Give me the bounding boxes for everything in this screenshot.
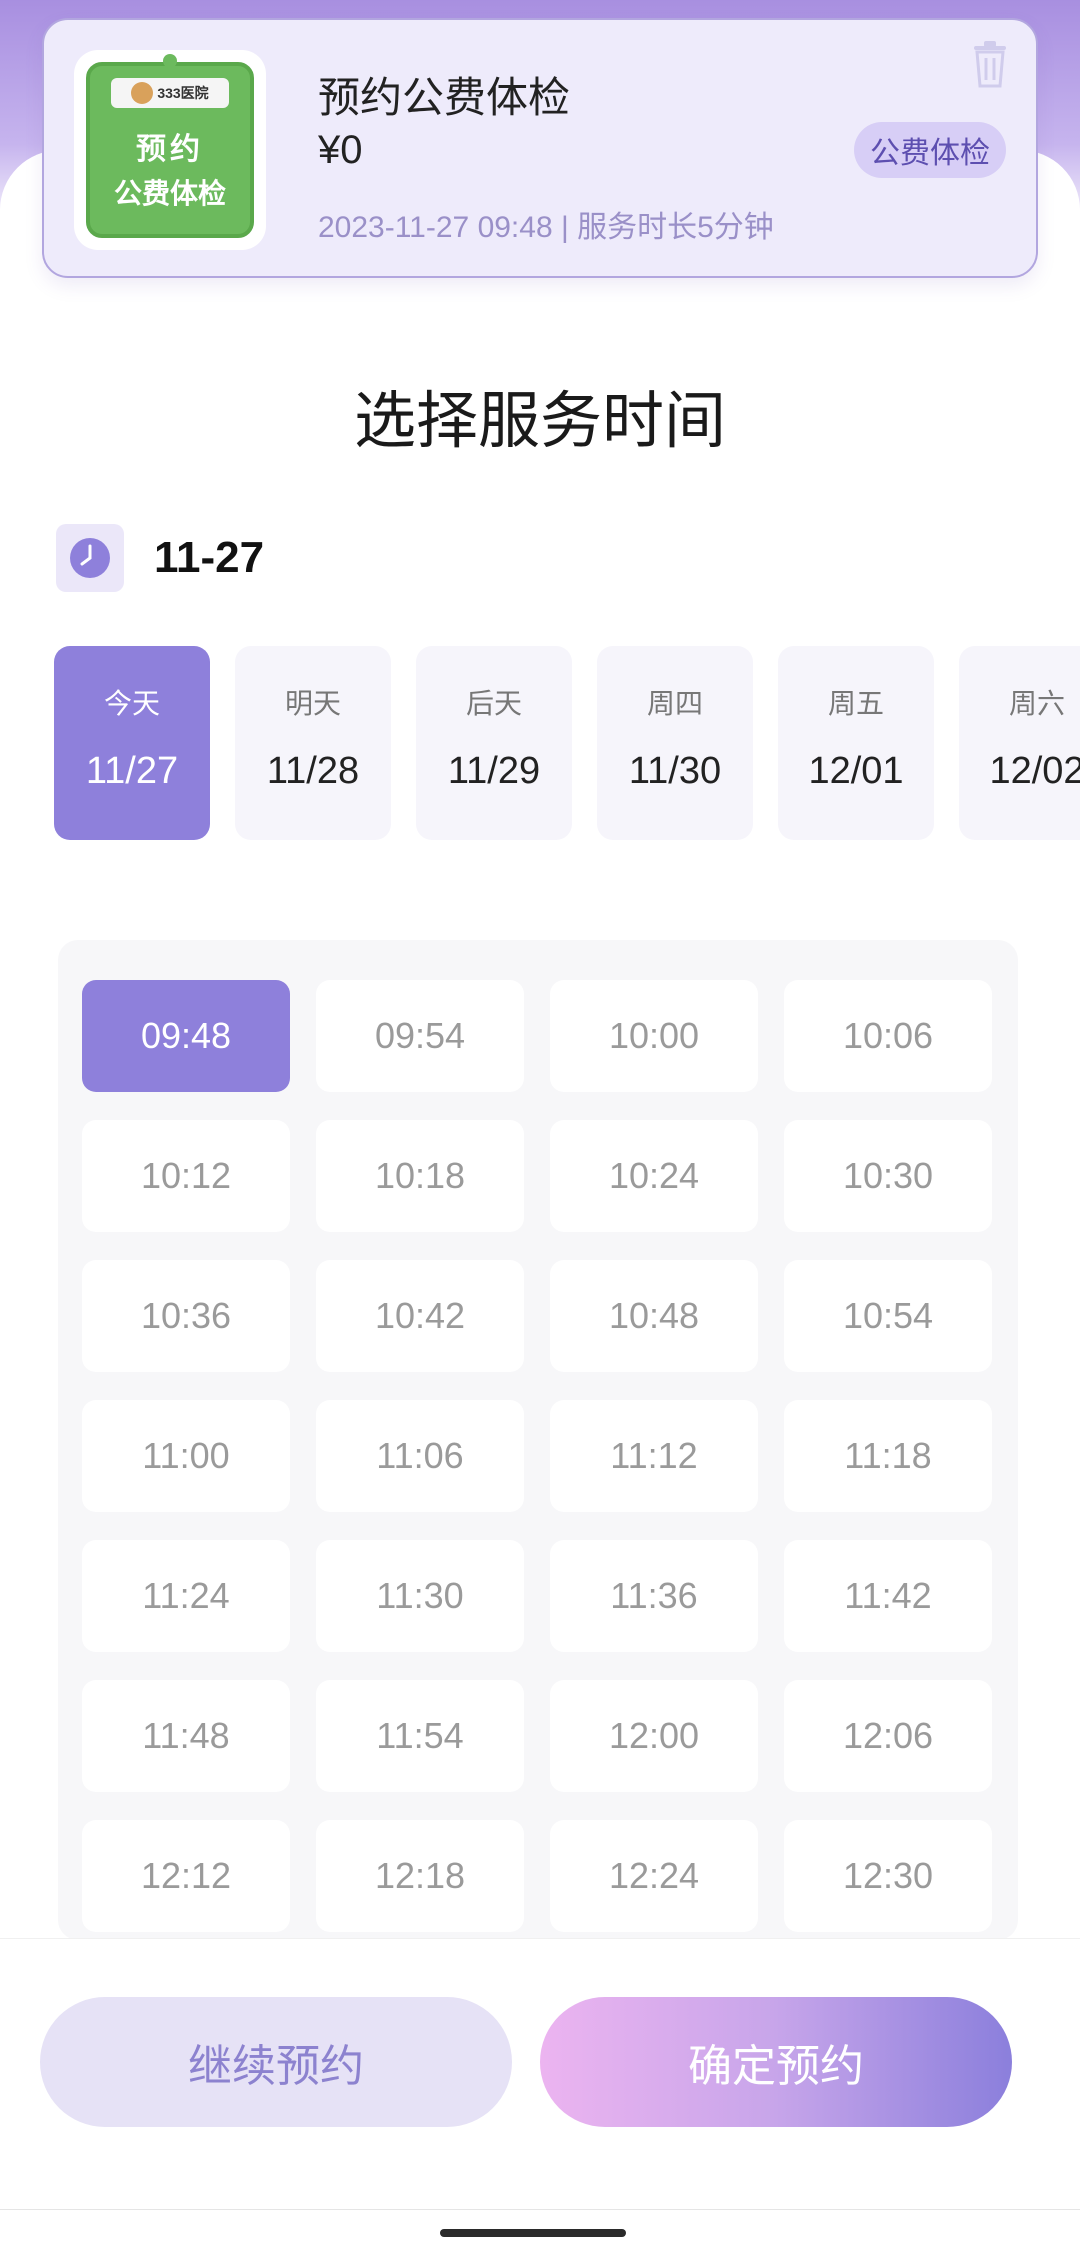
trash-icon[interactable] bbox=[970, 40, 1010, 88]
time-slot[interactable]: 11:36 bbox=[550, 1540, 758, 1652]
time-slot[interactable]: 10:12 bbox=[82, 1120, 290, 1232]
day-picker: 今天 11/27 明天 11/28 后天 11/29 周四 11/30 周五 12/01 周六 12/… bbox=[54, 646, 1080, 842]
thumbnail-image: 333医院 预约 公费体检 bbox=[86, 54, 254, 238]
day-tab[interactable]: 明天 11/28 bbox=[235, 646, 391, 840]
day-name: 周六 bbox=[1008, 688, 1065, 719]
day-tab[interactable]: 后天 11/29 bbox=[416, 646, 572, 840]
logo-text: 333医院 bbox=[157, 85, 209, 101]
day-date: 11/27 bbox=[85, 750, 179, 792]
time-slot[interactable]: 10:36 bbox=[82, 1260, 290, 1372]
time-slot[interactable]: 09:54 bbox=[316, 980, 524, 1092]
day-date: 11/28 bbox=[266, 750, 360, 792]
time-slot[interactable]: 12:00 bbox=[550, 1680, 758, 1792]
time-slot[interactable]: 10:48 bbox=[550, 1260, 758, 1372]
time-slot[interactable]: 12:24 bbox=[550, 1820, 758, 1932]
time-slot[interactable]: 10:24 bbox=[550, 1120, 758, 1232]
nav-divider bbox=[0, 2209, 1080, 2210]
day-name: 周四 bbox=[646, 688, 703, 719]
home-indicator[interactable] bbox=[440, 2229, 626, 2237]
time-slot[interactable]: 11:06 bbox=[316, 1400, 524, 1512]
selected-date-row: 11-27 bbox=[56, 524, 264, 592]
thumbnail-line2: 公费体检 bbox=[113, 178, 226, 209]
time-slot[interactable]: 11:24 bbox=[82, 1540, 290, 1652]
time-slot[interactable]: 12:18 bbox=[316, 1820, 524, 1932]
time-slot[interactable]: 11:12 bbox=[550, 1400, 758, 1512]
day-name: 后天 bbox=[465, 688, 522, 719]
time-slot[interactable]: 10:30 bbox=[784, 1120, 992, 1232]
day-name: 今天 bbox=[103, 688, 160, 719]
day-date: 11/29 bbox=[447, 750, 541, 792]
time-slot[interactable]: 09:48 bbox=[82, 980, 290, 1092]
continue-booking-button[interactable]: 继续预约 bbox=[40, 1997, 512, 2127]
category-tag: 公费体检 bbox=[854, 122, 1006, 178]
time-slot[interactable]: 12:30 bbox=[784, 1820, 992, 1932]
day-tab[interactable]: 周六 12/02 bbox=[959, 646, 1080, 840]
clock-icon bbox=[56, 524, 124, 592]
section-title-text: 选择服务时间 bbox=[350, 387, 730, 456]
time-slot-grid: 09:48 09:54 10:00 10:06 10:12 10:18 10:24 10:30… bbox=[58, 940, 1018, 1940]
product-card[interactable]: 333医院 预约 公费体检 预约公费体检 ¥0 2023-11-27 09:48… bbox=[42, 18, 1038, 278]
time-slot[interactable]: 11:42 bbox=[784, 1540, 992, 1652]
day-tab[interactable]: 周五 12/01 bbox=[778, 646, 934, 840]
time-slot[interactable]: 10:00 bbox=[550, 980, 758, 1092]
product-thumbnail: 333医院 预约 公费体检 bbox=[74, 50, 266, 250]
day-tab[interactable]: 今天 11/27 bbox=[54, 646, 210, 840]
bottom-action-bar: 继续预约 确定预约 bbox=[0, 1938, 1080, 2252]
time-slot[interactable]: 10:42 bbox=[316, 1260, 524, 1372]
day-date: 11/30 bbox=[628, 750, 722, 792]
time-slot[interactable]: 11:00 bbox=[82, 1400, 290, 1512]
day-date: 12/01 bbox=[808, 750, 904, 792]
day-name: 周五 bbox=[827, 688, 884, 719]
hospital-logo: 333医院 bbox=[111, 78, 229, 108]
selected-date-label: 11-27 bbox=[154, 533, 265, 582]
section-title: 选择服务时间 bbox=[0, 370, 1080, 460]
time-slot[interactable]: 11:48 bbox=[82, 1680, 290, 1792]
product-meta: 2023-11-27 09:48 | 服务时长5分钟 bbox=[318, 211, 774, 244]
product-title: 预约公费体检 bbox=[318, 74, 571, 121]
day-name: 明天 bbox=[284, 688, 341, 719]
time-slot[interactable]: 11:30 bbox=[316, 1540, 524, 1652]
day-date: 12/02 bbox=[989, 750, 1080, 792]
time-slot[interactable]: 12:12 bbox=[82, 1820, 290, 1932]
time-slot[interactable]: 10:54 bbox=[784, 1260, 992, 1372]
time-slot[interactable]: 11:54 bbox=[316, 1680, 524, 1792]
thumbnail-dot bbox=[163, 54, 177, 68]
product-price: ¥0 bbox=[318, 128, 363, 172]
time-slot[interactable]: 12:06 bbox=[784, 1680, 992, 1792]
time-slot[interactable]: 10:06 bbox=[784, 980, 992, 1092]
confirm-booking-button[interactable]: 确定预约 bbox=[540, 1997, 1012, 2127]
day-tab[interactable]: 周四 11/30 bbox=[597, 646, 753, 840]
time-slot[interactable]: 11:18 bbox=[784, 1400, 992, 1512]
thumbnail-line1: 预约 bbox=[136, 133, 204, 166]
logo-face-icon bbox=[131, 82, 154, 104]
time-slot[interactable]: 10:18 bbox=[316, 1120, 524, 1232]
